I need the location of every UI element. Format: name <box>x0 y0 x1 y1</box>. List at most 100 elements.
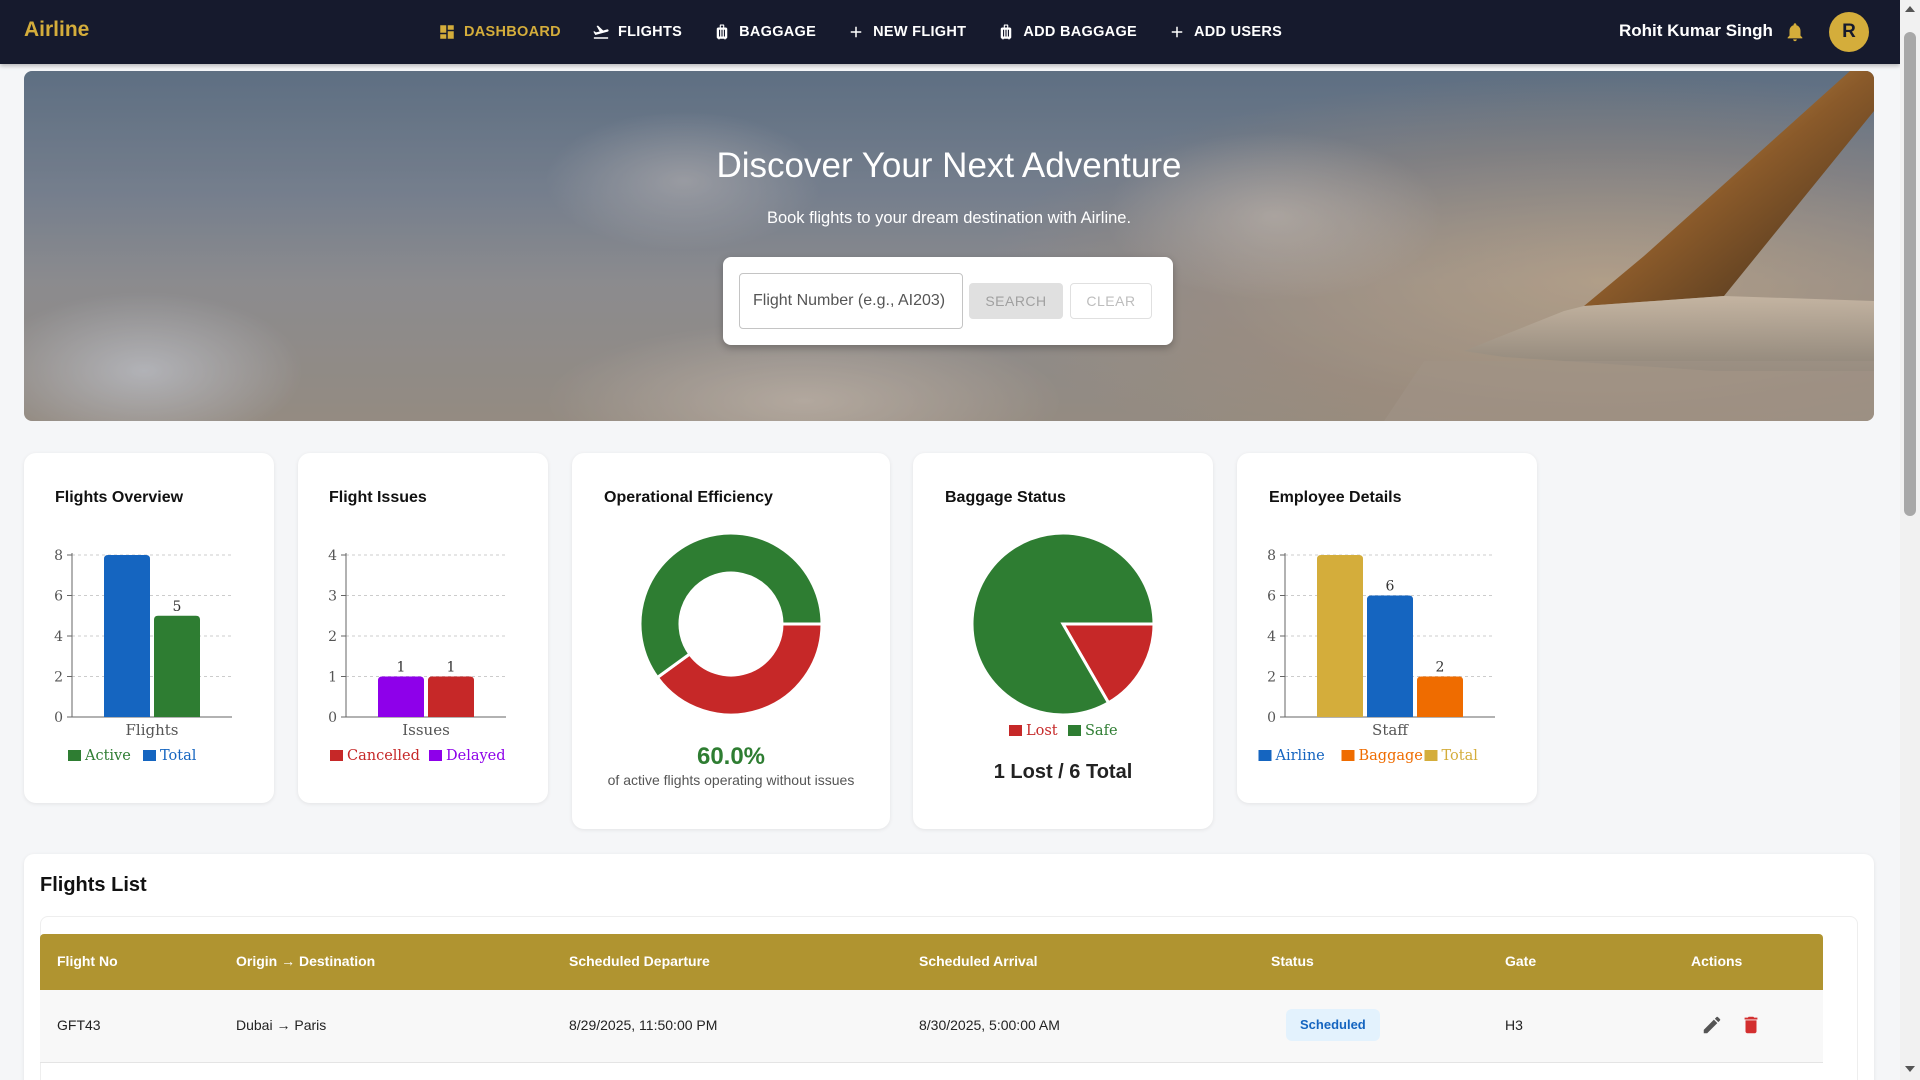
card-title: Baggage Status <box>945 489 1066 506</box>
legend-label: Total <box>1442 748 1479 764</box>
column-header[interactable]: Gate <box>1505 953 1536 969</box>
search-button[interactable]: SEARCH <box>969 283 1063 319</box>
plus-icon <box>1171 26 1183 38</box>
operational-efficiency-card: Operational Efficiency 60.0% of active f… <box>572 453 890 829</box>
nav-baggage-label: BAGGAGE <box>739 24 817 40</box>
page-scrollbar[interactable] <box>1900 0 1920 1080</box>
column-header[interactable]: Scheduled Arrival <box>919 953 1038 969</box>
data-label: 1 <box>397 660 406 676</box>
y-tick-label: 2 <box>328 629 337 645</box>
bell-icon[interactable] <box>1784 20 1806 44</box>
top-navbar: Airline DASHBOARD FLIGHTS BAGGAGE NEW FL… <box>0 0 1900 64</box>
x-tick-label: Flights <box>126 721 179 739</box>
edit-icon[interactable] <box>1701 1014 1723 1036</box>
flights-list-card: Flights List Flight No Origin → Destinat… <box>24 854 1874 1080</box>
nav-add-users-label: ADD USERS <box>1194 24 1283 40</box>
legend-swatch-cancelled <box>330 750 343 761</box>
data-label: 5 <box>173 599 182 615</box>
flight-issues-chart: 0 1 2 3 4 1 1 Issues Cancelled Delayed <box>328 548 506 764</box>
data-label: 6 <box>1386 579 1395 595</box>
flights-overview-card: Flights Overview 0 2 4 6 8 5 Flights Active Tota… <box>24 453 274 803</box>
legend-label: Delayed <box>446 748 506 764</box>
legend-swatch-active <box>68 750 81 761</box>
y-tick-label: 6 <box>1267 589 1276 605</box>
baggage-pie-chart: Lost Safe <box>970 533 1156 739</box>
baggage-summary: 1 Lost / 6 Total <box>993 761 1133 783</box>
nav-add-baggage[interactable]: ADD BAGGAGE <box>997 23 1137 41</box>
flight-takeoff-icon <box>593 25 609 39</box>
y-tick-label: 4 <box>54 629 63 645</box>
nav-baggage[interactable]: BAGGAGE <box>713 23 816 41</box>
nav-new-flight[interactable]: NEW FLIGHT <box>847 23 966 41</box>
y-tick-label: 8 <box>1267 548 1276 564</box>
legend-label: Cancelled <box>347 748 420 764</box>
clear-button[interactable]: CLEAR <box>1070 283 1152 319</box>
flights-overview-chart: 0 2 4 6 8 5 Flights Active Total <box>54 548 232 764</box>
nav-flights[interactable]: FLIGHTS <box>592 23 682 41</box>
card-title: Employee Details <box>1269 489 1402 506</box>
bar-airline <box>1367 595 1413 717</box>
table-row[interactable]: GFT43 Dubai → Paris 8/29/2025, 11:50:00 … <box>40 990 1823 1063</box>
bar-total <box>104 555 150 717</box>
hero-title: Discover Your Next Adventure <box>716 146 1182 185</box>
legend-swatch-total <box>143 750 156 761</box>
y-tick-label: 0 <box>1267 710 1276 726</box>
legend-label: Lost <box>1026 723 1058 739</box>
flight-search-card: SEARCH CLEAR <box>723 257 1173 345</box>
column-header: Actions <box>1691 953 1743 969</box>
table-header: Flight No Origin → Destination Scheduled… <box>40 934 1823 990</box>
card-title: Flight Issues <box>329 489 427 506</box>
y-tick-label: 4 <box>1267 629 1276 645</box>
bar-cancelled <box>428 676 474 717</box>
legend-swatch-airline <box>1258 750 1272 761</box>
y-tick-label: 0 <box>54 710 63 726</box>
y-tick-label: 2 <box>1267 670 1276 686</box>
column-header[interactable]: Origin → Destination <box>236 953 375 969</box>
column-header[interactable]: Status <box>1271 953 1314 969</box>
column-header[interactable]: Scheduled Departure <box>569 953 710 969</box>
nav-dashboard[interactable]: DASHBOARD <box>438 23 561 41</box>
data-label: 2 <box>1436 660 1445 676</box>
bar-total <box>1317 555 1363 717</box>
efficiency-value: 60.0% <box>696 743 766 770</box>
main-nav: DASHBOARD FLIGHTS BAGGAGE NEW FLIGHT ADD… <box>438 0 1313 64</box>
nav-dashboard-label: DASHBOARD <box>464 24 561 40</box>
card-title: Operational Efficiency <box>604 489 773 506</box>
cell-flight-no: GFT43 <box>57 1017 101 1033</box>
baggage-status-card: Baggage Status Lost Safe 1 Lost / 6 Total <box>913 453 1213 829</box>
luggage-icon <box>1001 24 1012 40</box>
column-header[interactable]: Flight No <box>57 953 118 969</box>
scroll-up-arrow-icon[interactable] <box>1905 6 1915 12</box>
nav-add-baggage-label: ADD BAGGAGE <box>1023 24 1137 40</box>
legend-swatch-total <box>1424 750 1438 761</box>
legend-label: Airline <box>1275 748 1325 764</box>
delete-icon[interactable] <box>1740 1014 1762 1036</box>
luggage-icon <box>716 24 728 40</box>
avatar[interactable]: R <box>1829 12 1869 52</box>
brand-logo[interactable]: Airline <box>24 18 89 42</box>
efficiency-subtitle: of active flights operating without issu… <box>607 772 855 788</box>
bar-active <box>154 615 200 717</box>
y-tick-label: 0 <box>328 710 337 726</box>
nav-flights-label: FLIGHTS <box>617 24 683 40</box>
flight-number-input[interactable] <box>739 273 963 329</box>
plus-icon <box>850 26 862 38</box>
airplane-wing-image <box>1384 71 1874 421</box>
hero-subtitle: Book flights to your dream destination w… <box>766 209 1132 227</box>
scroll-down-arrow-icon[interactable] <box>1905 1066 1915 1072</box>
legend-swatch-delayed <box>429 750 442 761</box>
nav-new-flight-label: NEW FLIGHT <box>873 24 967 40</box>
cell-route: Dubai → Paris <box>236 1017 327 1033</box>
legend-swatch-safe <box>1068 725 1081 736</box>
cell-arrival: 8/30/2025, 5:00:00 AM <box>919 1017 1060 1033</box>
nav-add-users[interactable]: ADD USERS <box>1168 23 1282 41</box>
y-tick-label: 2 <box>54 670 63 686</box>
legend-label: Total <box>160 748 197 764</box>
bar-baggage <box>1417 676 1463 717</box>
x-tick-label: Issues <box>402 721 450 739</box>
x-tick-label: Staff <box>1372 721 1409 739</box>
status-badge: Scheduled <box>1286 1009 1380 1041</box>
employee-details-card: Employee Details 0 2 4 6 8 6 2 Staff Airline Bagg… <box>1237 453 1537 803</box>
scroll-thumb[interactable] <box>1904 32 1916 516</box>
legend-swatch-baggage <box>1341 750 1355 761</box>
